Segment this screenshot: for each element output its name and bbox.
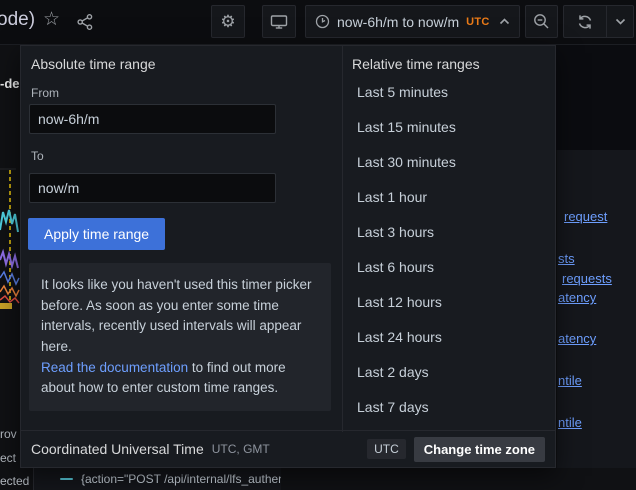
relative-range-option[interactable]: Last 1 hour bbox=[343, 179, 556, 214]
background-chart-fragment bbox=[0, 160, 20, 310]
legend-series-dash bbox=[60, 478, 73, 480]
time-range-label: now-6h/m to now/m bbox=[337, 14, 459, 30]
from-input[interactable] bbox=[29, 104, 276, 134]
chevron-down-icon bbox=[615, 18, 626, 25]
apply-time-range-button[interactable]: Apply time range bbox=[28, 218, 165, 250]
relative-range-option[interactable]: Last 5 minutes bbox=[343, 74, 556, 109]
cycle-view-mode-button[interactable] bbox=[262, 5, 296, 38]
timezone-detail: UTC, GMT bbox=[212, 442, 270, 456]
legend-link-fragment[interactable]: request bbox=[564, 209, 607, 224]
background-text-fragment: rov bbox=[0, 427, 17, 441]
recent-ranges-info-box: It looks like you haven't used this time… bbox=[29, 263, 331, 411]
relative-range-option[interactable]: Last 15 minutes bbox=[343, 109, 556, 144]
relative-range-option[interactable]: Last 24 hours bbox=[343, 319, 556, 354]
relative-range-option[interactable]: Last 6 hours bbox=[343, 249, 556, 284]
share-icon[interactable] bbox=[76, 13, 94, 31]
from-label: From bbox=[31, 86, 59, 100]
legend-link-fragment[interactable]: atency bbox=[558, 290, 596, 305]
legend-link-fragment[interactable]: ntile bbox=[558, 373, 582, 388]
refresh-button-group bbox=[563, 5, 634, 38]
timezone-name: Coordinated Universal Time bbox=[31, 441, 204, 457]
refresh-icon bbox=[577, 14, 593, 30]
dashboard-settings-button[interactable]: ⚙ bbox=[211, 5, 245, 38]
background-text-fragment: ected bbox=[0, 474, 29, 488]
documentation-link[interactable]: Read the documentation bbox=[41, 360, 188, 375]
timezone-label: UTC bbox=[466, 16, 490, 28]
utc-badge: UTC bbox=[367, 439, 406, 459]
relative-range-option[interactable]: Last 2 days bbox=[343, 354, 556, 389]
to-input[interactable] bbox=[29, 173, 276, 203]
relative-range-heading: Relative time ranges bbox=[352, 56, 480, 72]
tv-icon bbox=[270, 14, 288, 30]
zoom-out-icon bbox=[533, 13, 550, 30]
legend-link-fragment[interactable]: requests bbox=[562, 271, 612, 286]
info-text: It looks like you haven't used this time… bbox=[41, 277, 311, 354]
relative-range-option[interactable]: Last 30 minutes bbox=[343, 144, 556, 179]
legend-series-label: {action="POST /api/internal/lfs_authenti… bbox=[81, 472, 281, 486]
background-dark-area bbox=[556, 45, 636, 150]
gear-icon: ⚙ bbox=[220, 12, 235, 32]
time-picker-dropdown: Absolute time range From To Apply time r… bbox=[20, 45, 556, 468]
relative-range-option[interactable]: Last 12 hours bbox=[343, 284, 556, 319]
background-legend-row: {action="POST /api/internal/lfs_authenti… bbox=[33, 468, 281, 490]
absolute-range-heading: Absolute time range bbox=[31, 56, 156, 72]
star-icon[interactable]: ☆ bbox=[43, 8, 60, 31]
timezone-footer: Coordinated Universal Time UTC, GMT UTC … bbox=[21, 430, 555, 467]
chevron-up-icon bbox=[499, 18, 510, 25]
legend-link-fragment[interactable]: ntile bbox=[558, 415, 582, 430]
grafana-screen: -de rov ect ected {action="POST /api/inter… bbox=[0, 0, 636, 490]
refresh-interval-dropdown[interactable] bbox=[606, 6, 633, 37]
zoom-out-time-button[interactable] bbox=[525, 5, 558, 38]
legend-link-fragment[interactable]: atency bbox=[558, 331, 596, 346]
top-navbar: ode) ☆ ⚙ now-6h/m to now/m UTC bbox=[0, 0, 636, 45]
to-label: To bbox=[31, 149, 44, 163]
relative-ranges-list: Last 5 minutesLast 15 minutesLast 30 min… bbox=[343, 74, 556, 424]
change-time-zone-button[interactable]: Change time zone bbox=[414, 437, 545, 462]
relative-range-option[interactable]: Last 7 days bbox=[343, 389, 556, 424]
refresh-dashboard-button[interactable] bbox=[564, 6, 606, 37]
relative-range-option[interactable]: Last 3 hours bbox=[343, 214, 556, 249]
legend-link-fragment[interactable]: sts bbox=[558, 251, 575, 266]
time-range-picker-button[interactable]: now-6h/m to now/m UTC bbox=[305, 5, 520, 38]
background-panel-title-fragment: -de bbox=[0, 76, 20, 91]
clock-icon bbox=[315, 14, 330, 29]
background-text-fragment: ect bbox=[0, 451, 16, 465]
dashboard-title-fragment: ode) bbox=[0, 9, 35, 31]
